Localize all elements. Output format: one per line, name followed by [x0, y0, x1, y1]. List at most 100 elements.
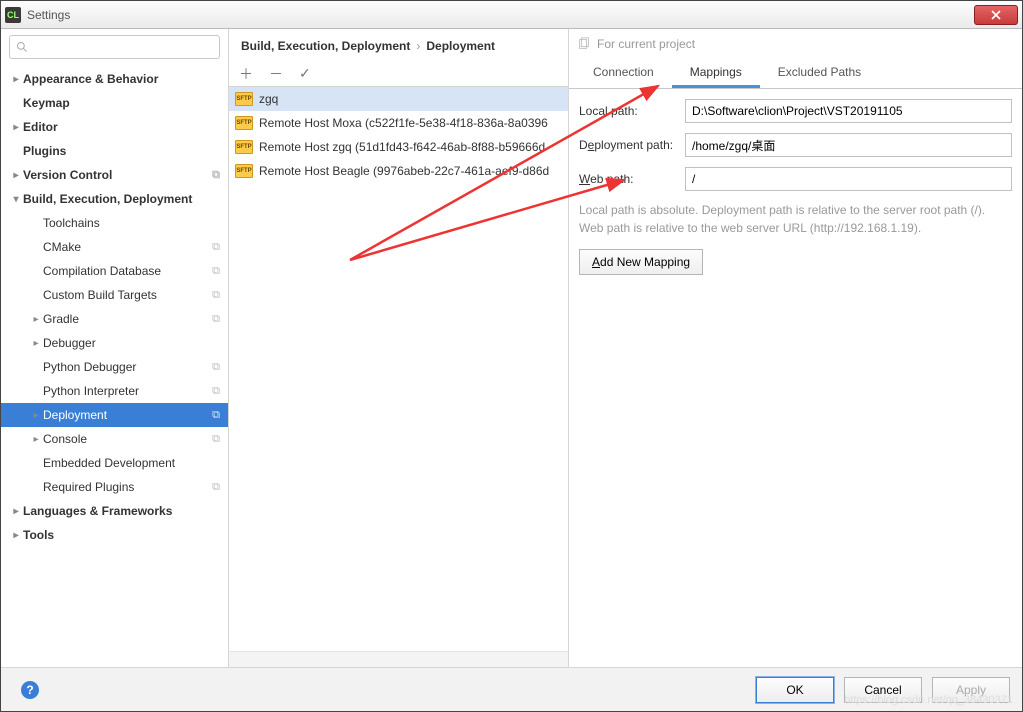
sidebar-item-label: Debugger [43, 336, 96, 350]
search-icon [16, 41, 28, 53]
tab-excluded-paths[interactable]: Excluded Paths [760, 59, 879, 88]
deployment-path-input[interactable] [685, 133, 1012, 157]
breadcrumb-root[interactable]: Build, Execution, Deployment [241, 39, 410, 53]
server-label: Remote Host Moxa (c522f1fe-5e38-4f18-836… [259, 116, 548, 130]
copy-icon [577, 37, 591, 51]
deployment-toolbar: ＋ － ✓ [229, 61, 568, 87]
sidebar-item-label: Console [43, 432, 87, 446]
sidebar-item-gradle[interactable]: ▸Gradle ⧉ [1, 307, 228, 331]
sidebar-item-deployment[interactable]: ▸Deployment⧉ [1, 403, 228, 427]
project-scope-icon: ⧉ [212, 265, 220, 278]
tab-mappings[interactable]: Mappings [672, 59, 760, 88]
sidebar-item-label: Editor [23, 120, 58, 134]
chevron-right-icon: ▸ [29, 314, 43, 325]
sidebar-item-keymap[interactable]: •Keymap [1, 91, 228, 115]
settings-tree: ▸Appearance & Behavior•Keymap▸Editor•Plu… [1, 65, 228, 667]
sidebar-item-cmake[interactable]: •CMake⧉ [1, 235, 228, 259]
sidebar-item-required-plugins[interactable]: •Required Plugins⧉ [1, 475, 228, 499]
apply-button[interactable]: Apply [932, 677, 1010, 703]
sidebar-item-label: Required Plugins [43, 480, 134, 494]
app-icon: CL [5, 7, 21, 23]
horizontal-scrollbar[interactable] [229, 651, 568, 667]
sidebar-item-plugins[interactable]: •Plugins [1, 139, 228, 163]
sftp-icon: SFTP [235, 164, 253, 178]
sidebar-item-build-execution-deployment[interactable]: ▾Build, Execution, Deployment [1, 187, 228, 211]
project-scope-icon: ⧉ [212, 289, 220, 302]
sidebar-item-label: Plugins [23, 144, 66, 158]
sidebar-item-toolchains[interactable]: •Toolchains [1, 211, 228, 235]
project-scope-icon: ⧉ [212, 169, 220, 182]
sidebar-item-python-interpreter[interactable]: •Python Interpreter⧉ [1, 379, 228, 403]
sidebar-item-debugger[interactable]: ▸Debugger [1, 331, 228, 355]
chevron-down-icon: ▾ [9, 194, 23, 205]
sidebar-item-label: Embedded Development [43, 456, 175, 470]
chevron-right-icon: ▸ [9, 506, 23, 517]
deployment-server-item[interactable]: SFTPRemote Host Beagle (9976abeb-22c7-46… [229, 159, 568, 183]
chevron-right-icon: ▸ [29, 434, 43, 445]
sidebar-item-languages-frameworks[interactable]: ▸Languages & Frameworks [1, 499, 228, 523]
sidebar-item-label: Tools [23, 528, 54, 542]
local-path-input[interactable] [685, 99, 1012, 123]
search-input[interactable] [9, 35, 220, 59]
project-scope-icon: ⧉ [212, 385, 220, 398]
deployment-server-item[interactable]: SFTP zgq [229, 87, 568, 111]
sidebar-item-custom-build-targets[interactable]: •Custom Build Targets⧉ [1, 283, 228, 307]
sidebar-item-version-control[interactable]: ▸Version Control⧉ [1, 163, 228, 187]
sidebar-item-label: Compilation Database [43, 264, 161, 278]
remove-icon[interactable]: － [269, 64, 283, 84]
dialog-footer: ? OK Cancel Apply [1, 667, 1022, 711]
window-title: Settings [27, 8, 974, 22]
deployment-server-item[interactable]: SFTP Remote Host zgq (51d1fd43-f642-46ab-… [229, 135, 568, 159]
sidebar-item-embedded-development[interactable]: •Embedded Development [1, 451, 228, 475]
sidebar-item-label: Deployment [43, 408, 107, 422]
sidebar-item-label: Gradle [43, 312, 79, 326]
tab-connection[interactable]: Connection [575, 59, 672, 88]
chevron-right-icon: › [416, 39, 420, 53]
deployment-server-item[interactable]: SFTP Remote Host Moxa (c522f1fe-5e38-4f18… [229, 111, 568, 135]
sftp-icon: SFTP [235, 92, 253, 106]
check-icon[interactable]: ✓ [299, 65, 311, 82]
sidebar-item-label: Languages & Frameworks [23, 504, 172, 518]
sidebar-item-label: Appearance & Behavior [23, 72, 158, 86]
chevron-right-icon: ▸ [29, 338, 43, 349]
sidebar-item-label: Python Interpreter [43, 384, 139, 398]
mapping-hint: Local path is absolute. Deployment path … [579, 201, 1012, 237]
sidebar-item-tools[interactable]: ▸Tools [1, 523, 228, 547]
deployment-list: SFTP zgq SFTP Remote Host Moxa (c522f1fe-5e… [229, 87, 568, 651]
project-scope-icon: ⧉ [212, 313, 220, 326]
sidebar-item-editor[interactable]: ▸Editor [1, 115, 228, 139]
add-icon[interactable]: ＋ [239, 64, 253, 84]
server-label: zgq [259, 92, 278, 106]
project-scope-icon: ⧉ [212, 361, 220, 374]
sidebar-item-appearance-behavior[interactable]: ▸Appearance & Behavior [1, 67, 228, 91]
mappings-panel: For current project ConnectionMappingsEx… [569, 29, 1022, 667]
close-button[interactable] [974, 5, 1018, 25]
sidebar-item-label: Custom Build Targets [43, 288, 157, 302]
sidebar-item-label: Python Debugger [43, 360, 136, 374]
chevron-right-icon: ▸ [29, 410, 43, 421]
project-scope-label: For current project [597, 37, 695, 51]
sftp-icon: SFTP [235, 140, 253, 154]
chevron-right-icon: ▸ [9, 122, 23, 133]
cancel-button[interactable]: Cancel [844, 677, 922, 703]
project-scope-icon: ⧉ [212, 433, 220, 446]
deployment-tabs: ConnectionMappingsExcluded Paths [569, 59, 1022, 89]
server-label: Remote Host zgq (51d1fd43-f642-46ab-8f88… [259, 140, 545, 154]
help-button[interactable]: ? [21, 681, 39, 699]
deployment-panel: Build, Execution, Deployment › Deploymen… [229, 29, 569, 667]
deployment-path-label: Deployment path: [579, 138, 685, 152]
sidebar-item-python-debugger[interactable]: •Python Debugger⧉ [1, 355, 228, 379]
web-path-input[interactable] [685, 167, 1012, 191]
ok-button[interactable]: OK [756, 677, 834, 703]
sidebar-item-compilation-database[interactable]: •Compilation Database⧉ [1, 259, 228, 283]
sidebar-item-console[interactable]: ▸Console ⧉ [1, 427, 228, 451]
breadcrumb: Build, Execution, Deployment › Deploymen… [229, 29, 568, 61]
sidebar-item-label: Keymap [23, 96, 70, 110]
add-new-mapping-button[interactable]: Add New Mapping [579, 249, 703, 275]
project-scope-icon: ⧉ [212, 481, 220, 494]
breadcrumb-leaf: Deployment [426, 39, 495, 53]
chevron-right-icon: ▸ [9, 530, 23, 541]
sftp-icon: SFTP [235, 116, 253, 130]
chevron-right-icon: ▸ [9, 74, 23, 85]
sidebar: ▸Appearance & Behavior•Keymap▸Editor•Plu… [1, 29, 229, 667]
